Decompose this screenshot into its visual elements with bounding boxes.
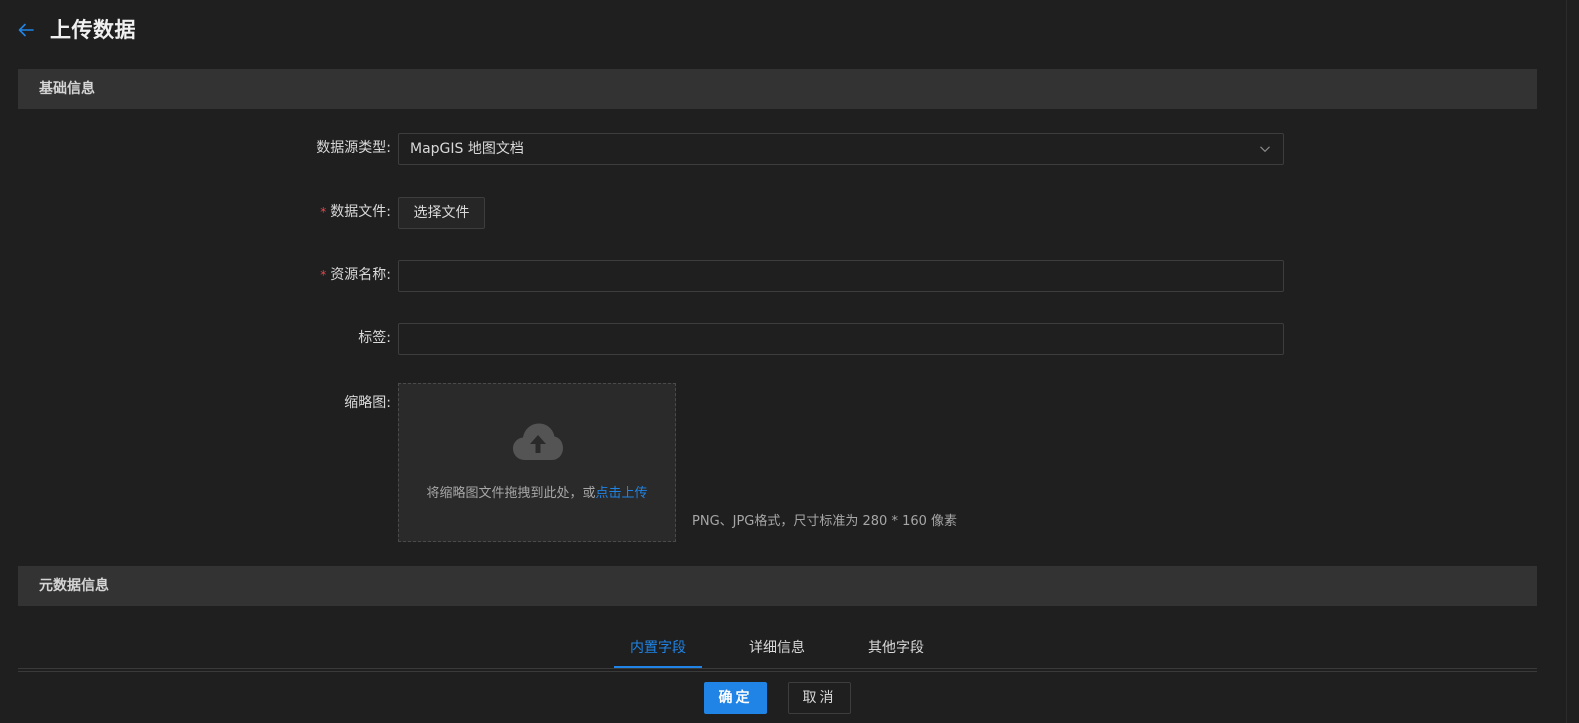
page-title: 上传数据	[50, 18, 136, 42]
tags-label: 标签:	[358, 323, 391, 353]
upload-data-page: 上传数据 基础信息 数据源类型: MapGIS 地图文档 * 数据文件: 选择文件…	[0, 0, 1579, 723]
source-type-label-text: 数据源类型:	[316, 140, 391, 156]
section-metadata-info: 元数据信息	[18, 566, 1537, 606]
back-arrow-icon[interactable]	[16, 20, 36, 40]
thumbnail-upload-dropzone[interactable]: 将缩略图文件拖拽到此处，或点击上传	[398, 383, 676, 542]
resource-name-label: * 资源名称:	[320, 260, 391, 290]
tabs-divider	[18, 671, 1537, 672]
confirm-button[interactable]: 确定	[704, 682, 767, 714]
thumbnail-label-text: 缩略图:	[344, 395, 391, 411]
tags-label-text: 标签:	[358, 330, 391, 346]
data-file-label-text: 数据文件:	[330, 204, 391, 220]
source-type-select[interactable]: MapGIS 地图文档	[398, 133, 1284, 165]
cloud-upload-icon	[513, 423, 563, 460]
section-basic-info-title: 基础信息	[39, 81, 95, 97]
page-header: 上传数据	[0, 0, 1579, 60]
chevron-down-icon	[1260, 146, 1270, 153]
tabs-divider	[18, 668, 1537, 669]
tags-input[interactable]	[398, 323, 1284, 355]
section-basic-info: 基础信息	[18, 69, 1537, 109]
upload-drag-text: 将缩略图文件拖拽到此处，或	[426, 486, 596, 501]
resource-name-label-text: 资源名称:	[330, 267, 391, 283]
tab-builtin-fields[interactable]: 内置字段	[614, 628, 702, 668]
required-mark: *	[320, 205, 327, 219]
tab-details[interactable]: 详细信息	[736, 628, 818, 668]
tab-other-fields[interactable]: 其他字段	[854, 628, 938, 668]
choose-file-button[interactable]: 选择文件	[398, 197, 485, 229]
scrollbar[interactable]	[1566, 0, 1579, 723]
required-mark: *	[320, 268, 327, 282]
upload-instructions: 将缩略图文件拖拽到此处，或点击上传	[399, 482, 675, 501]
source-type-value: MapGIS 地图文档	[410, 141, 524, 157]
section-metadata-title: 元数据信息	[39, 578, 109, 594]
source-type-label: 数据源类型:	[316, 133, 391, 163]
metadata-tabs: 内置字段 详细信息 其他字段	[18, 628, 1537, 672]
resource-name-input[interactable]	[398, 260, 1284, 292]
upload-format-hint: PNG、JPG格式，尺寸标准为 280 * 160 像素	[692, 514, 958, 529]
thumbnail-label: 缩略图:	[344, 388, 391, 418]
data-file-label: * 数据文件:	[320, 197, 391, 227]
cancel-button[interactable]: 取消	[788, 682, 851, 714]
click-upload-link[interactable]: 点击上传	[596, 486, 648, 501]
